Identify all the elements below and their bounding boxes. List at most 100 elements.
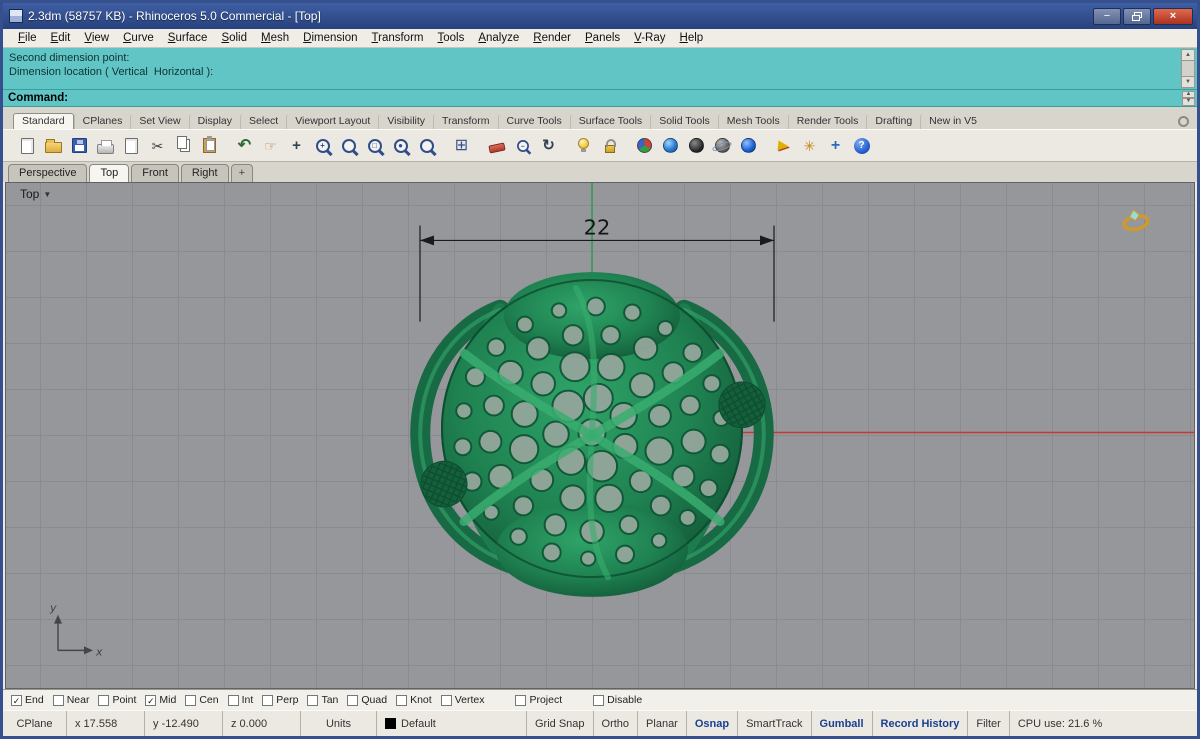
render-sphere-dark-button[interactable] — [684, 133, 709, 158]
toolbar-tab-mesh-tools[interactable]: Mesh Tools — [717, 114, 788, 129]
viewport-canvas[interactable]: 22 y x Top ▼ — [5, 182, 1195, 689]
render-button[interactable] — [632, 133, 657, 158]
tab-perspective[interactable]: Perspective — [8, 164, 88, 182]
menu-view[interactable]: View — [77, 31, 116, 45]
minimize-button[interactable]: − — [1093, 7, 1121, 25]
checkbox-icon[interactable] — [347, 694, 359, 706]
render-preview-button[interactable] — [658, 133, 683, 158]
toolbar-tab-transform[interactable]: Transform — [433, 114, 497, 129]
checkbox-icon[interactable] — [593, 694, 605, 706]
viewport-title-menu[interactable]: Top ▼ — [20, 187, 51, 201]
lamp-button[interactable] — [571, 133, 596, 158]
scrollbar-track[interactable] — [1181, 61, 1195, 76]
toolbar-tab-new-in-v5[interactable]: New in V5 — [920, 114, 985, 129]
cut-button[interactable]: ✂ — [145, 133, 170, 158]
checkbox-icon[interactable] — [98, 694, 110, 706]
command-history[interactable]: Second dimension point: Dimension locati… — [3, 48, 1197, 90]
undo-button[interactable]: ↶ — [232, 133, 257, 158]
osnap-knot[interactable]: Knot — [396, 694, 432, 706]
status-filter-button[interactable]: Filter — [968, 711, 1010, 736]
menu-analyze[interactable]: Analyze — [471, 31, 526, 45]
menu-help[interactable]: Help — [673, 31, 711, 45]
gumball-widget-button[interactable]: + — [823, 133, 848, 158]
new-file-button[interactable] — [15, 133, 40, 158]
status-cplane-button[interactable]: CPlane — [3, 711, 67, 736]
export-button[interactable] — [119, 133, 144, 158]
toolbar-tab-surface-tools[interactable]: Surface Tools — [569, 114, 650, 129]
osnap-vertex[interactable]: Vertex — [440, 694, 484, 706]
menu-vray[interactable]: V-Ray — [627, 31, 672, 45]
zoom-selected-button[interactable]: ● — [388, 133, 413, 158]
toolbar-tab-curve-tools[interactable]: Curve Tools — [497, 114, 570, 129]
toolbar-tab-set-view[interactable]: Set View — [130, 114, 188, 129]
status-smarttrack-button[interactable]: SmartTrack — [738, 711, 812, 736]
save-button[interactable] — [67, 133, 92, 158]
osnap-cen[interactable]: Cen — [185, 694, 219, 706]
checkbox-icon[interactable] — [52, 694, 64, 706]
status-planar-button[interactable]: Planar — [638, 711, 687, 736]
ring-object[interactable] — [407, 272, 777, 597]
menu-mesh[interactable]: Mesh — [254, 31, 296, 45]
lock-button[interactable] — [597, 133, 622, 158]
osnap-int[interactable]: Int — [227, 694, 253, 706]
tab-front[interactable]: Front — [131, 164, 179, 182]
status-osnap-button[interactable]: Osnap — [687, 711, 739, 736]
status-gumball-button[interactable]: Gumball — [812, 711, 873, 736]
render-sphere-ringed-button[interactable] — [710, 133, 735, 158]
paste-button[interactable] — [197, 133, 222, 158]
menu-file[interactable]: File — [11, 31, 44, 45]
toolbar-tab-render-tools[interactable]: Render Tools — [787, 114, 867, 129]
checkbox-icon[interactable]: ✓ — [145, 694, 157, 706]
copy-button[interactable] — [171, 133, 196, 158]
osnap-disable[interactable]: Disable — [593, 694, 642, 706]
toolbar-tab-solid-tools[interactable]: Solid Tools — [650, 114, 718, 129]
menu-surface[interactable]: Surface — [161, 31, 215, 45]
menu-transform[interactable]: Transform — [365, 31, 431, 45]
restore-button[interactable] — [1123, 7, 1151, 25]
menu-edit[interactable]: Edit — [44, 31, 78, 45]
checkbox-icon[interactable]: ✓ — [11, 694, 22, 706]
vray-ring-icon[interactable] — [1122, 208, 1150, 232]
status-ortho-button[interactable]: Ortho — [594, 711, 639, 736]
open-folder-button[interactable] — [41, 133, 66, 158]
toolbar-tab-display[interactable]: Display — [188, 114, 240, 129]
spin-up-icon[interactable]: ▲ — [1182, 90, 1195, 98]
checkbox-icon[interactable] — [262, 694, 274, 706]
menu-dimension[interactable]: Dimension — [296, 31, 364, 45]
zoom-window-button[interactable]: □ — [362, 133, 387, 158]
menu-panels[interactable]: Panels — [578, 31, 627, 45]
scroll-up-icon[interactable]: ▲ — [1181, 49, 1195, 61]
menu-tools[interactable]: Tools — [430, 31, 471, 45]
osnap-mid[interactable]: ✓ Mid — [145, 694, 176, 706]
tab-right[interactable]: Right — [180, 164, 229, 182]
toolbar-tab-standard[interactable]: Standard — [13, 113, 74, 129]
osnap-perp[interactable]: Perp — [262, 694, 298, 706]
options-button[interactable]: ✳ — [797, 133, 822, 158]
menu-solid[interactable]: Solid — [214, 31, 254, 45]
toolbar-options-gear-icon[interactable] — [1178, 116, 1189, 127]
checkbox-icon[interactable] — [515, 694, 527, 706]
menu-render[interactable]: Render — [526, 31, 578, 45]
zoom-extents-button[interactable] — [414, 133, 439, 158]
status-units-button[interactable]: Units — [301, 711, 377, 736]
rotate-view-button[interactable]: ↻ — [536, 133, 561, 158]
osnap-end[interactable]: ✓ End — [11, 694, 44, 706]
toolbar-tab-visibility[interactable]: Visibility — [378, 114, 433, 129]
spin-down-icon[interactable]: ▼ — [1182, 98, 1195, 106]
zoom-in-button[interactable]: + — [310, 133, 335, 158]
notification-button[interactable] — [771, 133, 796, 158]
help-button[interactable]: ? — [849, 133, 874, 158]
osnap-quad[interactable]: Quad — [347, 694, 387, 706]
toolbar-tab-drafting[interactable]: Drafting — [866, 114, 920, 129]
toolbar-tab-viewport-layout[interactable]: Viewport Layout — [286, 114, 378, 129]
print-button[interactable] — [93, 133, 118, 158]
status-record-history-button[interactable]: Record History — [873, 711, 969, 736]
zoom-dynamic-button[interactable] — [336, 133, 361, 158]
osnap-project[interactable]: Project — [515, 694, 562, 706]
command-input[interactable] — [72, 90, 1182, 106]
scroll-down-icon[interactable]: ▼ — [1181, 76, 1195, 88]
close-button[interactable]: × — [1153, 7, 1193, 25]
osnap-tan[interactable]: Tan — [307, 694, 338, 706]
tab-top[interactable]: Top — [89, 164, 130, 182]
eraser-button[interactable] — [484, 133, 509, 158]
